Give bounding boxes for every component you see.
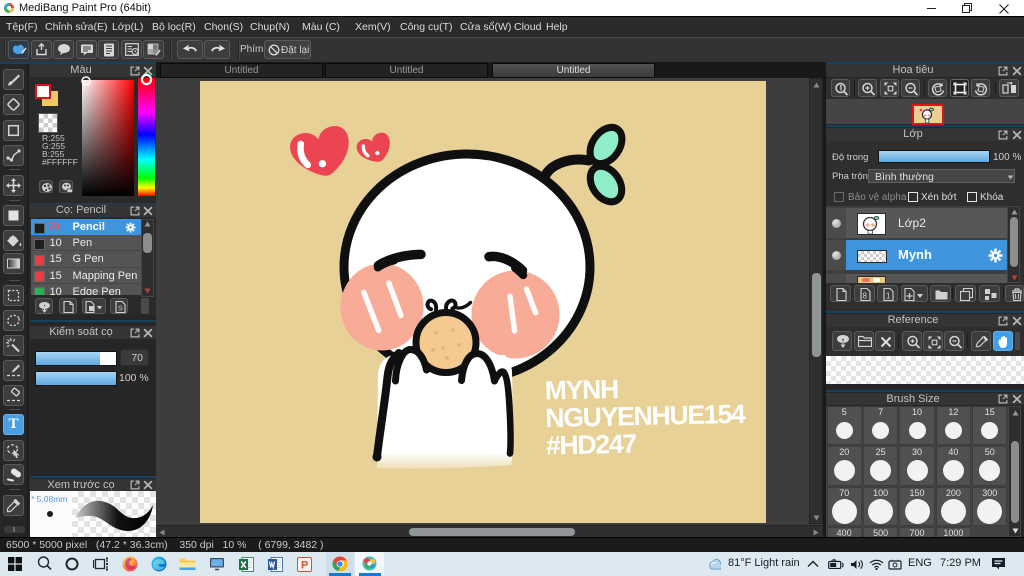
svg-text:S: S: [118, 305, 123, 312]
svg-text:NGUYENHUE154: NGUYENHUE154: [545, 399, 746, 433]
svg-text:1: 1: [886, 292, 891, 301]
svg-text:#HD247: #HD247: [546, 429, 637, 461]
svg-text:8: 8: [863, 292, 868, 301]
svg-text:P: P: [301, 559, 308, 571]
